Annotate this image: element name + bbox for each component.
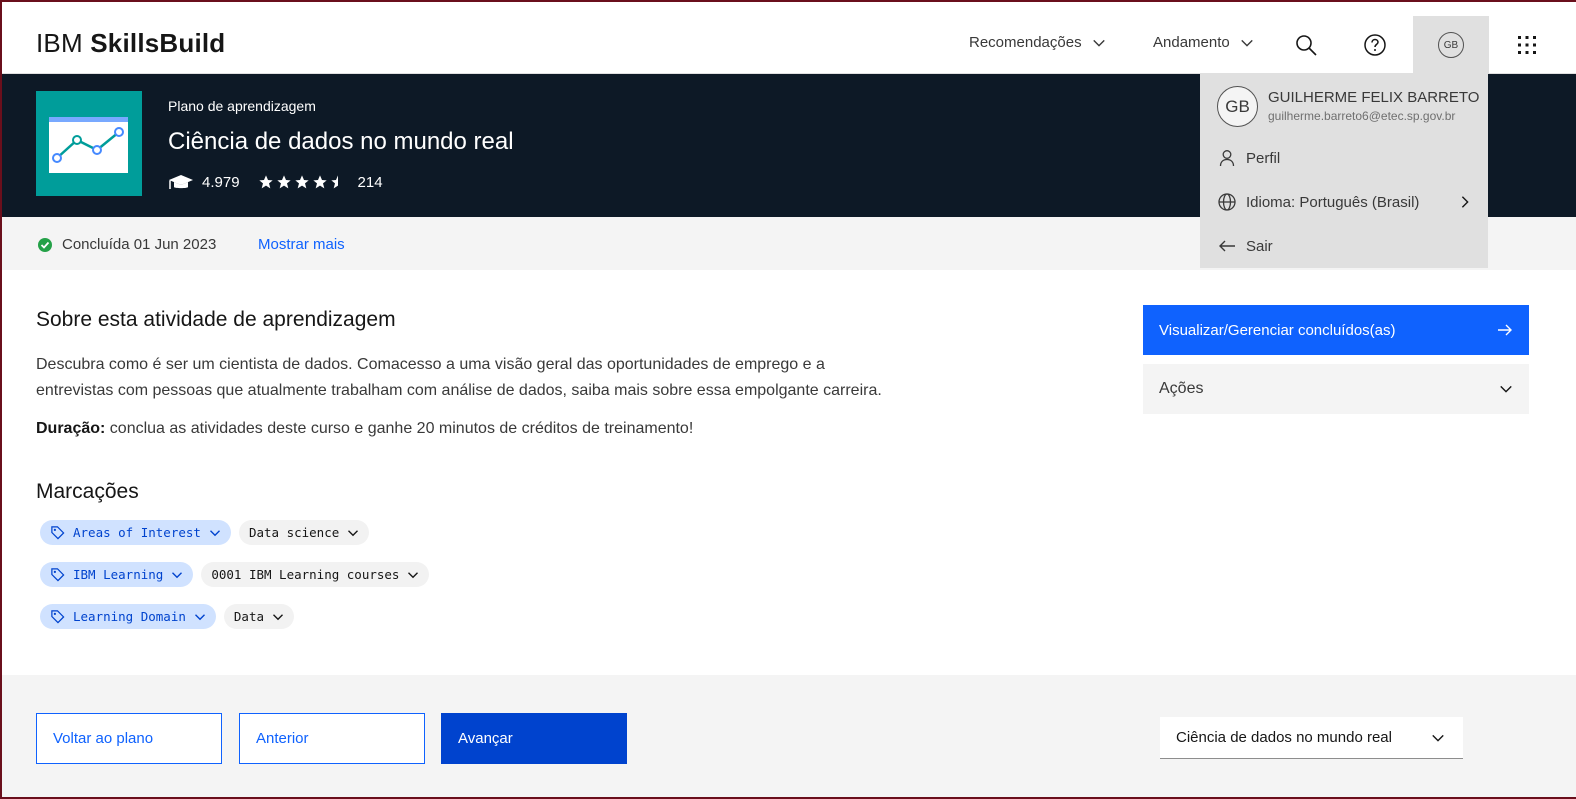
brand-skillsbuild: SkillsBuild [90, 28, 226, 58]
menu-item-language-label: Idioma: Português (Brasil) [1246, 193, 1420, 211]
completion-text: Concluída 01 Jun 2023 [62, 236, 217, 253]
previous-button[interactable]: Anterior [239, 713, 425, 764]
avatar: GB [1217, 86, 1258, 127]
course-select[interactable]: Ciência de dados no mundo real [1160, 717, 1463, 759]
tag-icon [51, 526, 65, 540]
chevron-down-icon [1432, 734, 1444, 742]
search-icon [1296, 35, 1317, 56]
nav-progress[interactable]: Andamento [1153, 34, 1254, 51]
nav-recommendations[interactable]: Recomendações [969, 34, 1106, 51]
tag-value-label: Data science [248, 525, 340, 540]
tag-icon [51, 610, 65, 624]
tag-row: Learning Domain Data [40, 604, 294, 629]
help-icon [1364, 34, 1386, 56]
tag-value[interactable]: Data [223, 604, 294, 629]
search-button[interactable] [1268, 16, 1344, 74]
app-switcher-button[interactable] [1489, 16, 1565, 74]
menu-item-profile-label: Perfil [1246, 149, 1281, 167]
tag-value[interactable]: 0001 IBM Learning courses [201, 562, 430, 587]
actions-dropdown-label: Ações [1159, 380, 1204, 397]
description-line-1: Descubra como é ser um cientista de dado… [36, 356, 825, 373]
user-name: GUILHERME FELIX BARRETO [1268, 89, 1480, 106]
course-thumbnail [36, 91, 142, 196]
course-stats: 4.979 214 [168, 172, 383, 192]
page-title: Ciência de dados no mundo real [168, 128, 514, 155]
duration-value: conclua as atividades deste curso e ganh… [105, 420, 694, 437]
completion-status: Concluída 01 Jun 2023 [37, 236, 216, 253]
tag-value[interactable]: Data science [238, 520, 370, 545]
duration-text: Duração: conclua as atividades deste cur… [36, 420, 693, 438]
view-manage-completed-label: Visualizar/Gerenciar concluídos(as) [1159, 321, 1396, 339]
globe-icon [1218, 193, 1236, 211]
chevron-right-icon [1461, 196, 1469, 208]
about-description: Descubra como é ser um cientista de dado… [36, 352, 956, 404]
star-icon [294, 175, 309, 189]
duration-label: Duração: [36, 420, 106, 437]
tag-category-label: IBM Learning [73, 567, 164, 582]
graduation-cap-icon [169, 175, 193, 189]
tag-value-label: 0001 IBM Learning courses [211, 567, 400, 582]
show-more-link[interactable]: Mostrar mais [258, 236, 345, 253]
tag-value-label: Data [233, 609, 264, 624]
chevron-down-icon [408, 571, 419, 578]
top-header: IBM SkillsBuild Recomendações Andamento … [0, 0, 1576, 74]
plan-label: Plano de aprendizagem [168, 98, 316, 114]
thumbnail-card [49, 117, 128, 173]
chevron-down-icon [1240, 39, 1253, 47]
actions-dropdown[interactable]: Ações [1143, 364, 1529, 414]
nav-recommendations-label: Recomendações [969, 34, 1082, 51]
course-select-value: Ciência de dados no mundo real [1176, 729, 1392, 746]
star-icon [312, 175, 327, 189]
brand-ibm: IBM [36, 28, 83, 58]
arrow-left-icon [1219, 240, 1235, 252]
menu-item-logout-label: Sair [1246, 237, 1273, 255]
star-icon [258, 175, 273, 189]
nav-progress-label: Andamento [1153, 34, 1230, 51]
user-icon [1219, 150, 1235, 167]
tag-category-label: Learning Domain [73, 609, 186, 624]
star-icon [276, 175, 291, 189]
brand-logo[interactable]: IBM SkillsBuild [36, 28, 225, 59]
tag-icon [51, 568, 65, 582]
learner-count: 4.979 [202, 173, 240, 191]
chevron-down-icon [209, 529, 220, 536]
rating-count: 214 [357, 173, 383, 191]
avatar: GB [1438, 32, 1464, 58]
view-manage-completed-button[interactable]: Visualizar/Gerenciar concluídos(as) [1143, 305, 1529, 355]
next-button[interactable]: Avançar [441, 713, 627, 764]
help-button[interactable] [1337, 16, 1413, 74]
chevron-down-icon [348, 529, 359, 536]
line-chart-icon [52, 127, 124, 163]
description-line-2: entrevistas com pessoas que atualmente t… [36, 382, 882, 399]
back-to-plan-button[interactable]: Voltar ao plano [36, 713, 222, 764]
tag-row: Areas of Interest Data science [40, 520, 370, 545]
about-heading: Sobre esta atividade de aprendizagem [36, 308, 396, 331]
tags-heading: Marcações [36, 480, 139, 503]
user-email: guilherme.barreto6@etec.sp.gov.br [1268, 109, 1456, 123]
account-button[interactable]: GB [1413, 16, 1489, 74]
rating-stars [258, 174, 346, 190]
chevron-down-icon [1092, 39, 1105, 47]
check-circle-icon [38, 237, 52, 252]
arrow-right-icon [1498, 324, 1512, 336]
menu-item-language[interactable]: Idioma: Português (Brasil) [1218, 193, 1472, 211]
tag-category[interactable]: IBM Learning [40, 562, 194, 587]
chevron-down-icon [194, 613, 205, 620]
tag-row: IBM Learning 0001 IBM Learning courses [40, 562, 430, 587]
chevron-down-icon [172, 571, 183, 578]
menu-item-logout[interactable]: Sair [1218, 237, 1273, 255]
tag-category[interactable]: Learning Domain [40, 604, 216, 629]
app-grid-icon [1518, 36, 1536, 54]
chevron-down-icon [1500, 385, 1512, 393]
menu-item-profile[interactable]: Perfil [1218, 149, 1280, 167]
tag-category[interactable]: Areas of Interest [40, 520, 231, 545]
chevron-down-icon [273, 613, 283, 620]
star-half-icon [330, 175, 338, 189]
tag-category-label: Areas of Interest [73, 525, 201, 540]
